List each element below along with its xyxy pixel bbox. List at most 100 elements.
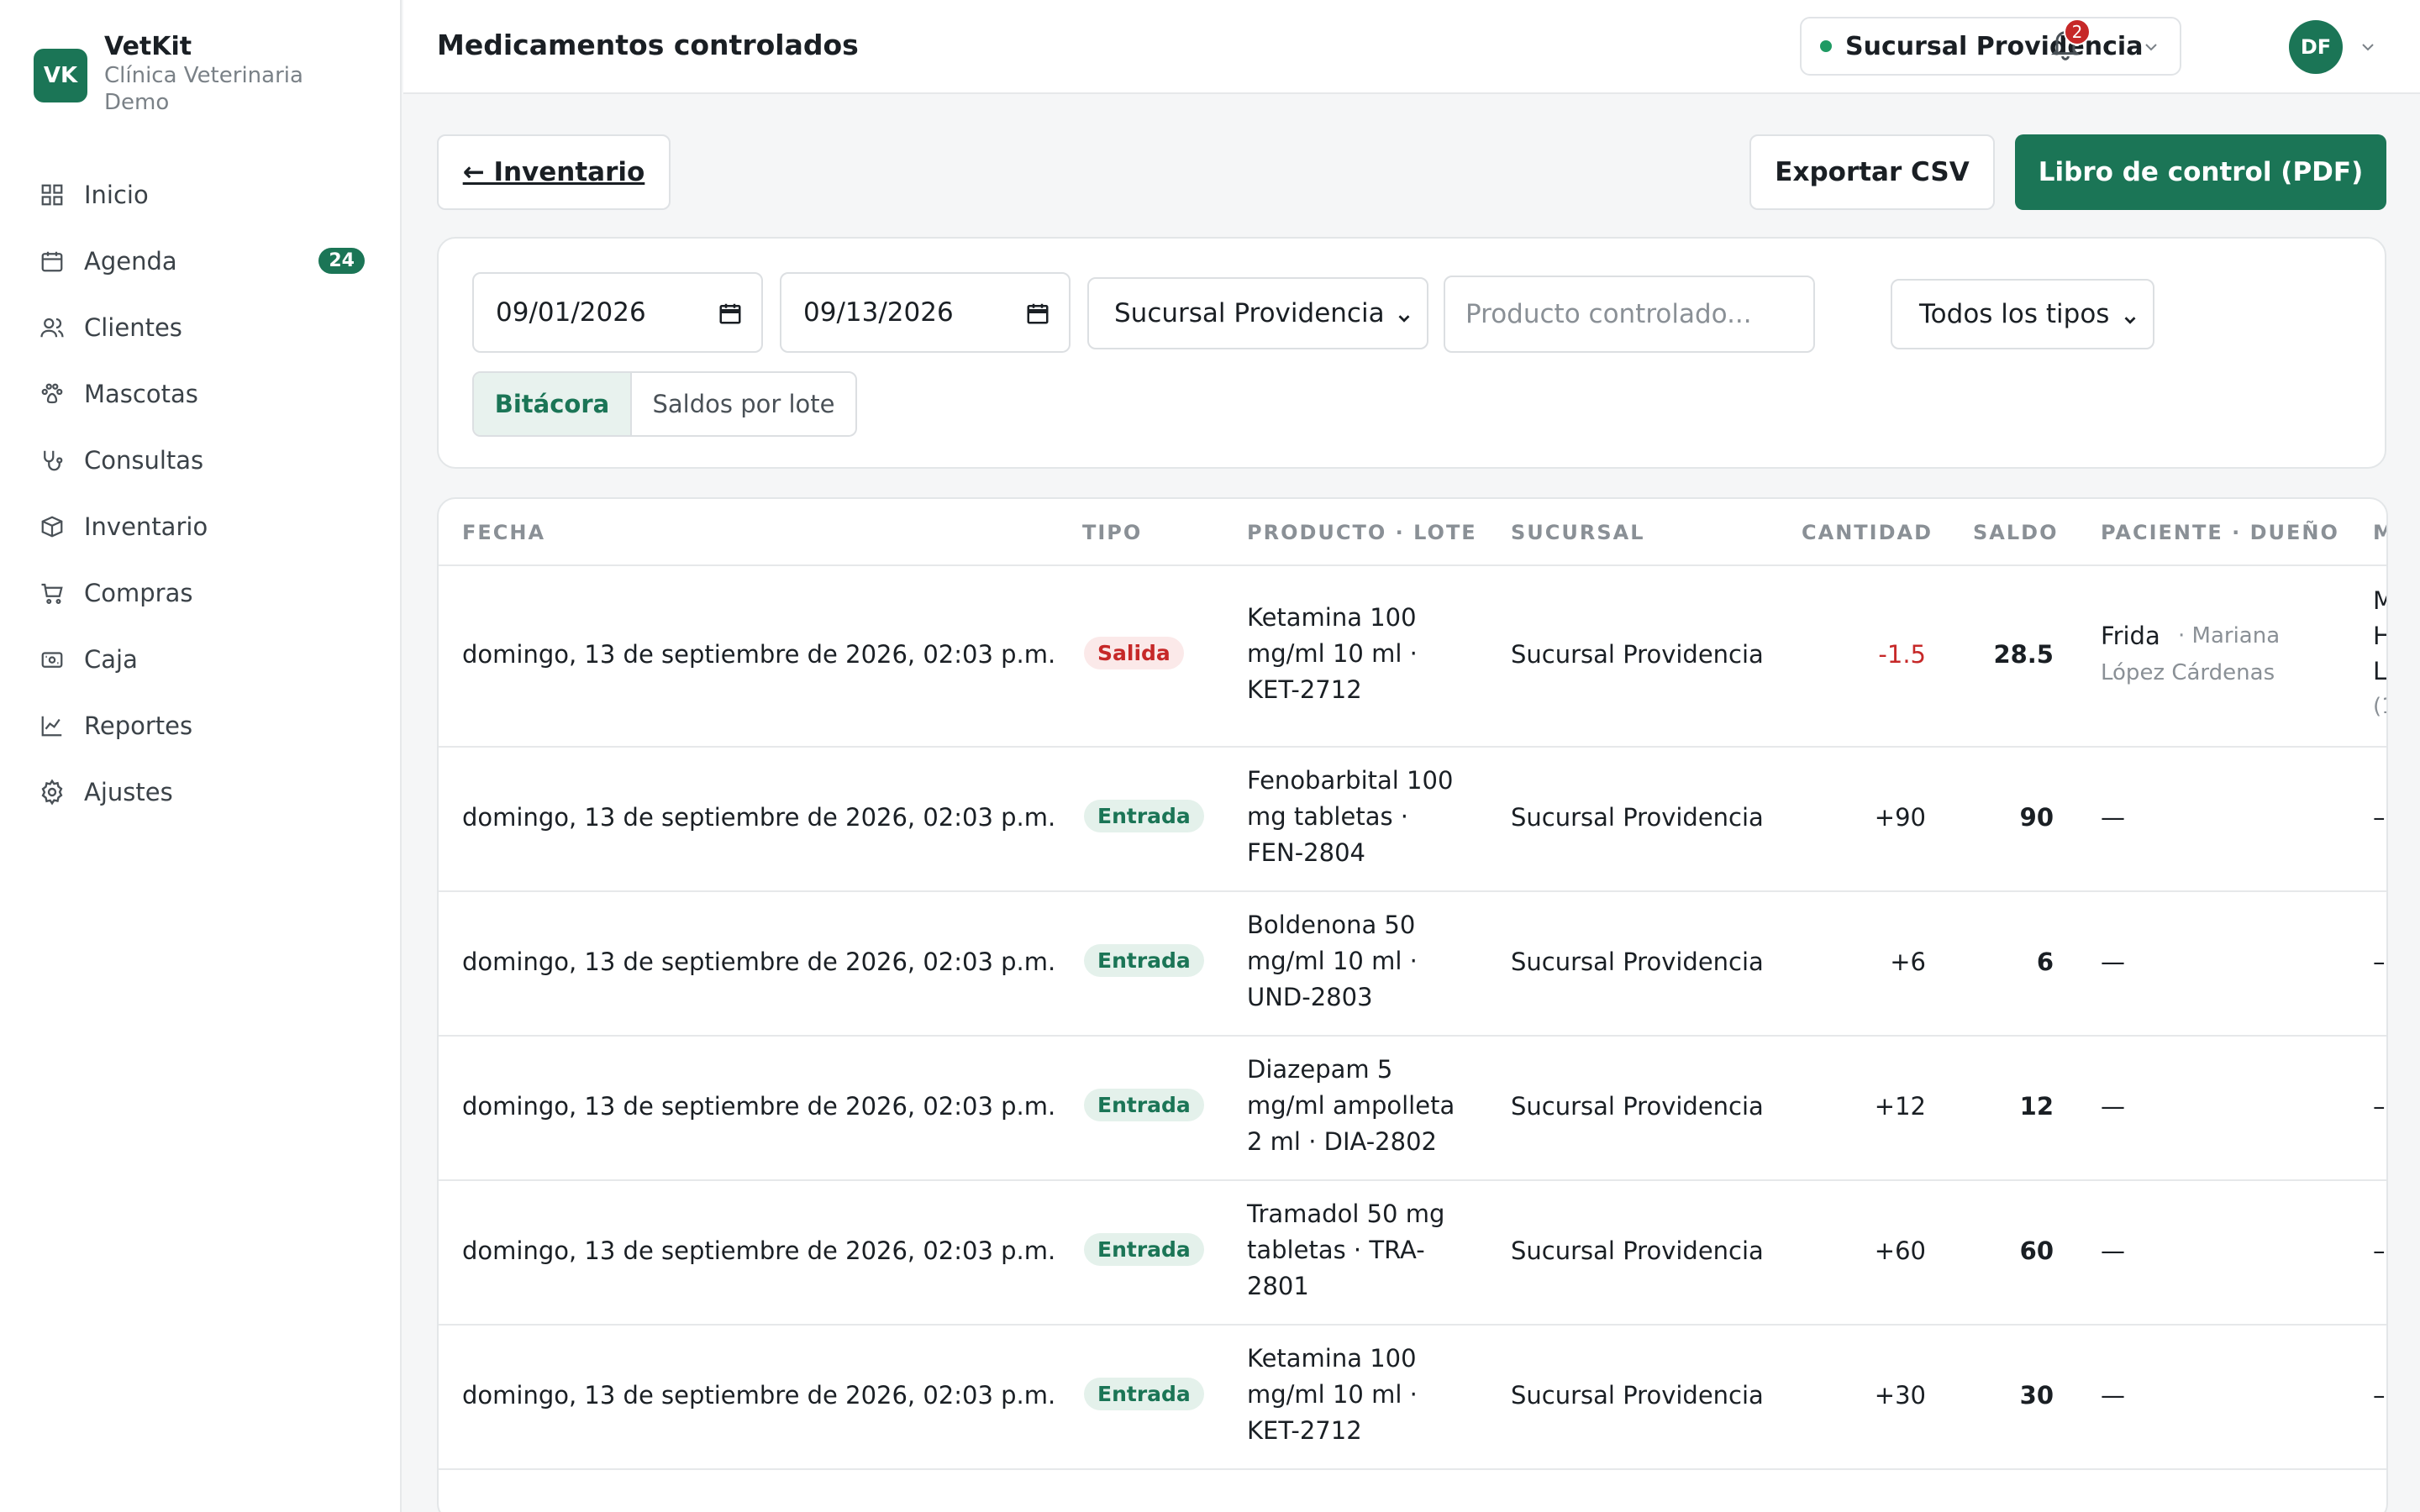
table-row[interactable]: domingo, 13 de septiembre de 2026, 02:03… — [439, 1037, 2386, 1181]
sidebar-item-reportes[interactable]: Reportes — [0, 692, 402, 759]
cell-saldo: 60 — [2019, 1236, 2054, 1265]
sidebar-item-label: Reportes — [84, 711, 193, 740]
cell-m: – — [2373, 803, 2386, 832]
sidebar-item-label: Inicio — [84, 180, 149, 209]
cell-m: – — [2373, 948, 2386, 976]
cell-producto-line: tabletas · TRA- — [1247, 1236, 1425, 1264]
column-header-paciente-dueno[interactable]: PACIENTE · DUEÑO — [2101, 521, 2339, 544]
chevron-down-icon[interactable] — [2358, 37, 2378, 60]
cell-sucursal: Sucursal Providencia — [1511, 1092, 1764, 1121]
filters-panel: 09/01/2026 09/13/2026 Sucursal Providenc… — [437, 237, 2386, 469]
branch-label: Sucursal Providencia — [1845, 31, 2144, 61]
export-csv-button[interactable]: Exportar CSV — [1749, 134, 1995, 210]
table-row[interactable]: domingo, 13 de septiembre de 2026, 02:03… — [439, 566, 2386, 748]
cash-icon — [39, 646, 66, 673]
cell-producto-line: mg/ml 10 ml · — [1247, 639, 1418, 668]
cell-producto-line: KET-2712 — [1247, 675, 1362, 704]
column-header-sucursal[interactable]: SUCURSAL — [1511, 521, 1645, 544]
type-filter-select[interactable]: Todos los tipos — [1891, 279, 2154, 349]
column-header-producto-lote[interactable]: PRODUCTO · LOTE — [1247, 521, 1477, 544]
cell-producto-line: mg/ml 10 ml · — [1247, 947, 1418, 975]
cell-dueno-line: López Cárdenas — [2101, 660, 2275, 685]
column-header-m[interactable]: M — [2373, 521, 2386, 544]
control-book-pdf-button[interactable]: Libro de control (PDF) — [2015, 134, 2386, 210]
sidebar: VK VetKit Clínica Veterinaria Demo Inici… — [0, 0, 402, 1512]
date-from-value: 09/01/2026 — [496, 297, 646, 328]
table-row[interactable]: domingo, 13 de septiembre de 2026, 02:03… — [439, 892, 2386, 1037]
sidebar-item-inventario[interactable]: Inventario — [0, 493, 402, 559]
type-badge: Entrada — [1084, 1233, 1204, 1266]
chart-icon — [39, 712, 66, 739]
sidebar-item-inicio[interactable]: Inicio — [0, 161, 402, 228]
sidebar-item-clientes[interactable]: Clientes — [0, 294, 402, 360]
brand[interactable]: VK VetKit Clínica Veterinaria Demo — [34, 32, 339, 116]
date-from-input[interactable]: 09/01/2026 — [472, 272, 763, 353]
sidebar-item-label: Consultas — [84, 445, 204, 475]
cell-fecha: domingo, 13 de septiembre de 2026, 02:03… — [462, 948, 1056, 976]
calendar-icon[interactable] — [718, 301, 743, 333]
cell-producto-line: mg/ml 10 ml · — [1247, 1380, 1418, 1409]
cell-sucursal: Sucursal Providencia — [1511, 1381, 1764, 1410]
type-badge: Entrada — [1084, 800, 1204, 832]
back-to-inventory-button[interactable]: ← Inventario — [437, 134, 671, 210]
cell-cantidad: +6 — [1890, 948, 1926, 976]
cell-saldo: 30 — [2019, 1381, 2054, 1410]
cell-saldo: 90 — [2019, 803, 2054, 832]
cell-cantidad: +30 — [1874, 1381, 1926, 1410]
cell-paciente[interactable]: Frida — [2101, 618, 2160, 654]
column-header-fecha[interactable]: FECHA — [462, 521, 545, 544]
tab-bitacora[interactable]: Bitácora — [474, 373, 632, 435]
brand-text: VetKit Clínica Veterinaria Demo — [104, 32, 339, 116]
sidebar-item-caja[interactable]: Caja — [0, 626, 402, 692]
chevron-down-icon — [2121, 306, 2139, 336]
cell-m: – — [2373, 1092, 2386, 1121]
cell-producto-line: FEN-2804 — [1247, 838, 1365, 867]
table-row[interactable]: domingo, 13 de septiembre de 2026, 02:03… — [439, 1326, 2386, 1470]
date-to-input[interactable]: 09/13/2026 — [780, 272, 1071, 353]
sidebar-item-mascotas[interactable]: Mascotas — [0, 360, 402, 427]
tab-saldos-por-lote[interactable]: Saldos por lote — [632, 373, 855, 435]
branch-filter-value: Sucursal Providencia — [1114, 298, 1385, 328]
cell-producto-line: Ketamina 100 — [1247, 1344, 1417, 1373]
table-header: FECHA TIPO PRODUCTO · LOTE SUCURSAL CANT… — [439, 499, 2386, 566]
table-row[interactable]: domingo, 13 de septiembre de 2026, 02:03… — [439, 1181, 2386, 1326]
avatar[interactable]: DF — [2289, 20, 2343, 74]
cell-fecha: domingo, 13 de septiembre de 2026, 02:03… — [462, 1381, 1056, 1410]
column-header-cantidad[interactable]: CANTIDAD — [1802, 521, 1933, 544]
sidebar-item-compras[interactable]: Compras — [0, 559, 402, 626]
cell-m: – — [2373, 1381, 2386, 1410]
cell-m-line: M — [2373, 583, 2386, 619]
cell-producto-line: mg/ml ampolleta — [1247, 1091, 1455, 1120]
cell-producto-line: Tramadol 50 mg — [1247, 1200, 1445, 1228]
cell-dueno-line: · Mariana — [2178, 623, 2281, 648]
column-header-tipo[interactable]: TIPO — [1082, 521, 1142, 544]
cell-cantidad: -1.5 — [1878, 640, 1926, 669]
date-to-value: 09/13/2026 — [803, 297, 954, 328]
status-dot — [1820, 40, 1832, 52]
calendar-icon[interactable] — [1025, 301, 1050, 333]
cart-icon — [39, 580, 66, 606]
sidebar-nav: Inicio Agenda 24 Clientes Mascotas Consu… — [0, 161, 402, 825]
chevron-down-icon — [1395, 304, 1413, 334]
type-badge: Entrada — [1084, 1378, 1204, 1410]
table-row[interactable]: domingo, 13 de septiembre de 2026, 02:03… — [439, 748, 2386, 892]
cell-producto-line: UND-2803 — [1247, 983, 1373, 1011]
cell-cantidad: +60 — [1874, 1236, 1926, 1265]
sidebar-item-consultas[interactable]: Consultas — [0, 427, 402, 493]
cell-producto-line: Boldenona 50 — [1247, 911, 1416, 939]
cell-sucursal: Sucursal Providencia — [1511, 1236, 1764, 1265]
column-header-saldo[interactable]: SALDO — [1973, 521, 2058, 544]
cell-fecha: domingo, 13 de septiembre de 2026, 02:03… — [462, 803, 1056, 832]
branch-filter-select[interactable]: Sucursal Providencia — [1087, 277, 1428, 349]
cell-sucursal: Sucursal Providencia — [1511, 640, 1764, 669]
sidebar-item-ajustes[interactable]: Ajustes — [0, 759, 402, 825]
stethoscope-icon — [39, 447, 66, 474]
cell-paciente: — — [2101, 948, 2125, 976]
product-search-input[interactable]: Producto controlado... — [1444, 276, 1815, 353]
cell-producto-line: Ketamina 100 — [1247, 603, 1417, 632]
sidebar-item-label: Compras — [84, 578, 193, 607]
page-title: Medicamentos controlados — [437, 29, 859, 61]
branch-selector[interactable]: Sucursal Providencia — [1800, 17, 2181, 76]
sidebar-item-agenda[interactable]: Agenda 24 — [0, 228, 402, 294]
cell-producto-line: 2801 — [1247, 1272, 1309, 1300]
